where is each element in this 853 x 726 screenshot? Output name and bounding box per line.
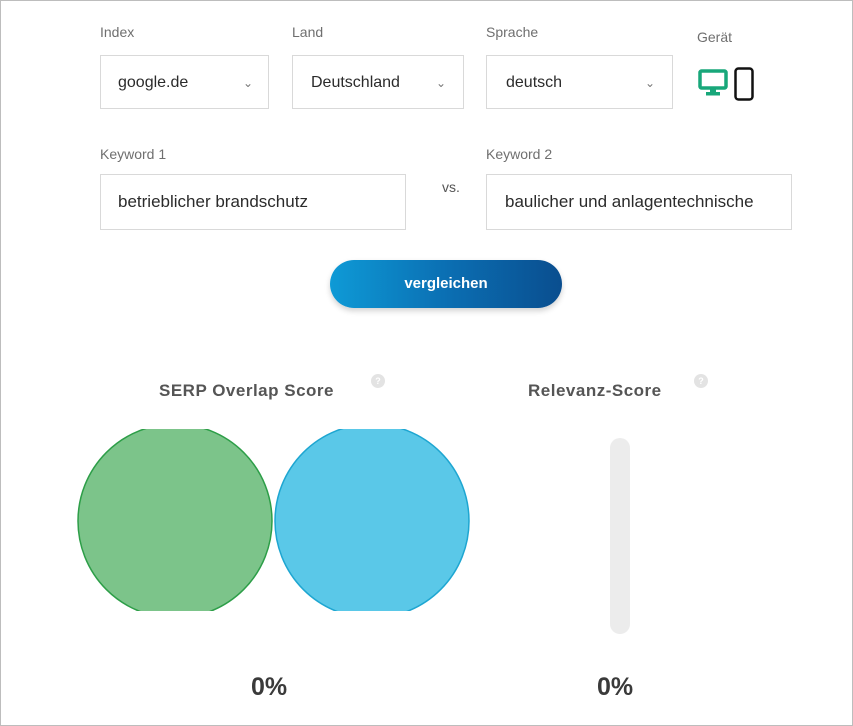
relevanz-meter: [610, 438, 630, 634]
tool-panel: Index Land Sprache Gerät google.de ⌄ Deu…: [0, 0, 853, 726]
index-select[interactable]: google.de ⌄: [100, 55, 269, 109]
help-icon[interactable]: ?: [371, 374, 385, 388]
keyword1-input[interactable]: betrieblicher brandschutz: [100, 174, 406, 230]
smartphone-icon: [734, 67, 754, 101]
keyword1-circle: [77, 429, 273, 611]
geraet-label: Gerät: [697, 29, 733, 45]
mobile-device-toggle[interactable]: [734, 67, 754, 106]
sprache-label: Sprache: [486, 24, 539, 40]
land-select-value: Deutschland: [311, 74, 400, 91]
chevron-down-icon: ⌄: [645, 76, 656, 90]
serp-overlap-value: 0%: [251, 673, 288, 701]
desktop-icon: [698, 69, 728, 96]
compare-button[interactable]: vergleichen: [330, 260, 562, 308]
chevron-down-icon: ⌄: [436, 76, 447, 90]
relevanz-score-value: 0%: [597, 673, 634, 701]
serp-overlap-title: SERP Overlap Score: [159, 381, 334, 400]
keyword2-input[interactable]: baulicher und anlagentechnische: [486, 174, 792, 230]
keyword2-label: Keyword 2: [486, 146, 553, 162]
relevanz-score-title: Relevanz-Score: [528, 381, 662, 400]
desktop-device-toggle[interactable]: [698, 69, 728, 102]
land-select[interactable]: Deutschland ⌄: [292, 55, 464, 109]
chevron-down-icon: ⌄: [243, 76, 254, 90]
index-label: Index: [100, 24, 135, 40]
help-icon[interactable]: ?: [694, 374, 708, 388]
vs-label: vs.: [442, 179, 460, 195]
sprache-select[interactable]: deutsch ⌄: [486, 55, 673, 109]
land-label: Land: [292, 24, 324, 40]
keyword2-circle: [274, 429, 470, 611]
sprache-select-value: deutsch: [506, 74, 563, 91]
index-select-value: google.de: [118, 74, 189, 91]
keyword1-label: Keyword 1: [100, 146, 167, 162]
serp-overlap-venn: [77, 429, 470, 611]
